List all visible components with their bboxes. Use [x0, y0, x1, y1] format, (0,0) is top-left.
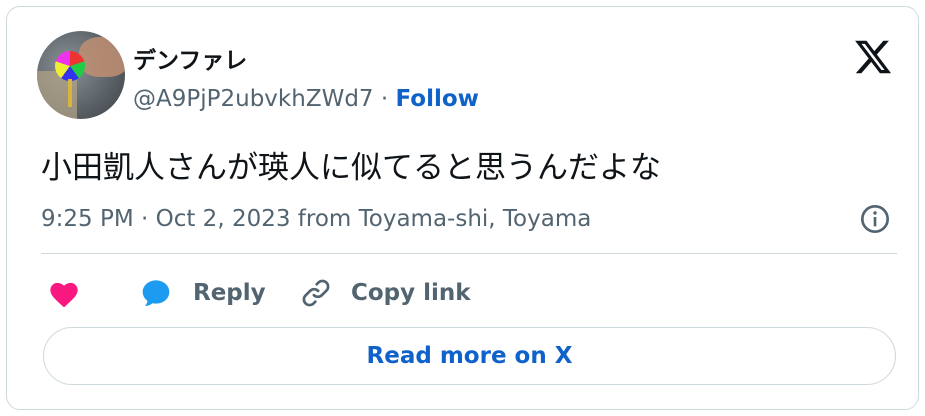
- handle-row: @A9PjP2ubvkhZWd7 · Follow: [133, 86, 479, 112]
- divider: [41, 253, 897, 254]
- user-handle[interactable]: @A9PjP2ubvkhZWd7: [133, 86, 374, 112]
- reply-label: Reply: [193, 280, 266, 306]
- like-button[interactable]: [47, 273, 81, 313]
- handle-separator: ·: [380, 86, 396, 112]
- x-logo-icon[interactable]: [853, 37, 893, 77]
- info-icon[interactable]: [859, 203, 891, 235]
- tweet-timestamp[interactable]: 9:25 PM · Oct 2, 2023 from Toyama-shi, T…: [41, 206, 591, 232]
- heart-icon: [50, 282, 78, 308]
- reply-button[interactable]: Reply: [139, 273, 266, 313]
- follow-link[interactable]: Follow: [395, 86, 478, 112]
- speech-bubble-icon: [142, 280, 170, 307]
- link-icon: [302, 279, 330, 307]
- tweet-text: 小田凱人さんが瑛人に似てると思うんだよな: [41, 150, 661, 186]
- tweet-card: デンファレ @A9PjP2ubvkhZWd7 · Follow 小田凱人さんが瑛…: [6, 6, 919, 410]
- avatar[interactable]: [37, 31, 125, 119]
- read-more-button[interactable]: Read more on X: [43, 327, 896, 385]
- copy-link-label: Copy link: [351, 280, 471, 306]
- display-name[interactable]: デンファレ: [133, 41, 247, 75]
- copy-link-button[interactable]: Copy link: [299, 273, 471, 313]
